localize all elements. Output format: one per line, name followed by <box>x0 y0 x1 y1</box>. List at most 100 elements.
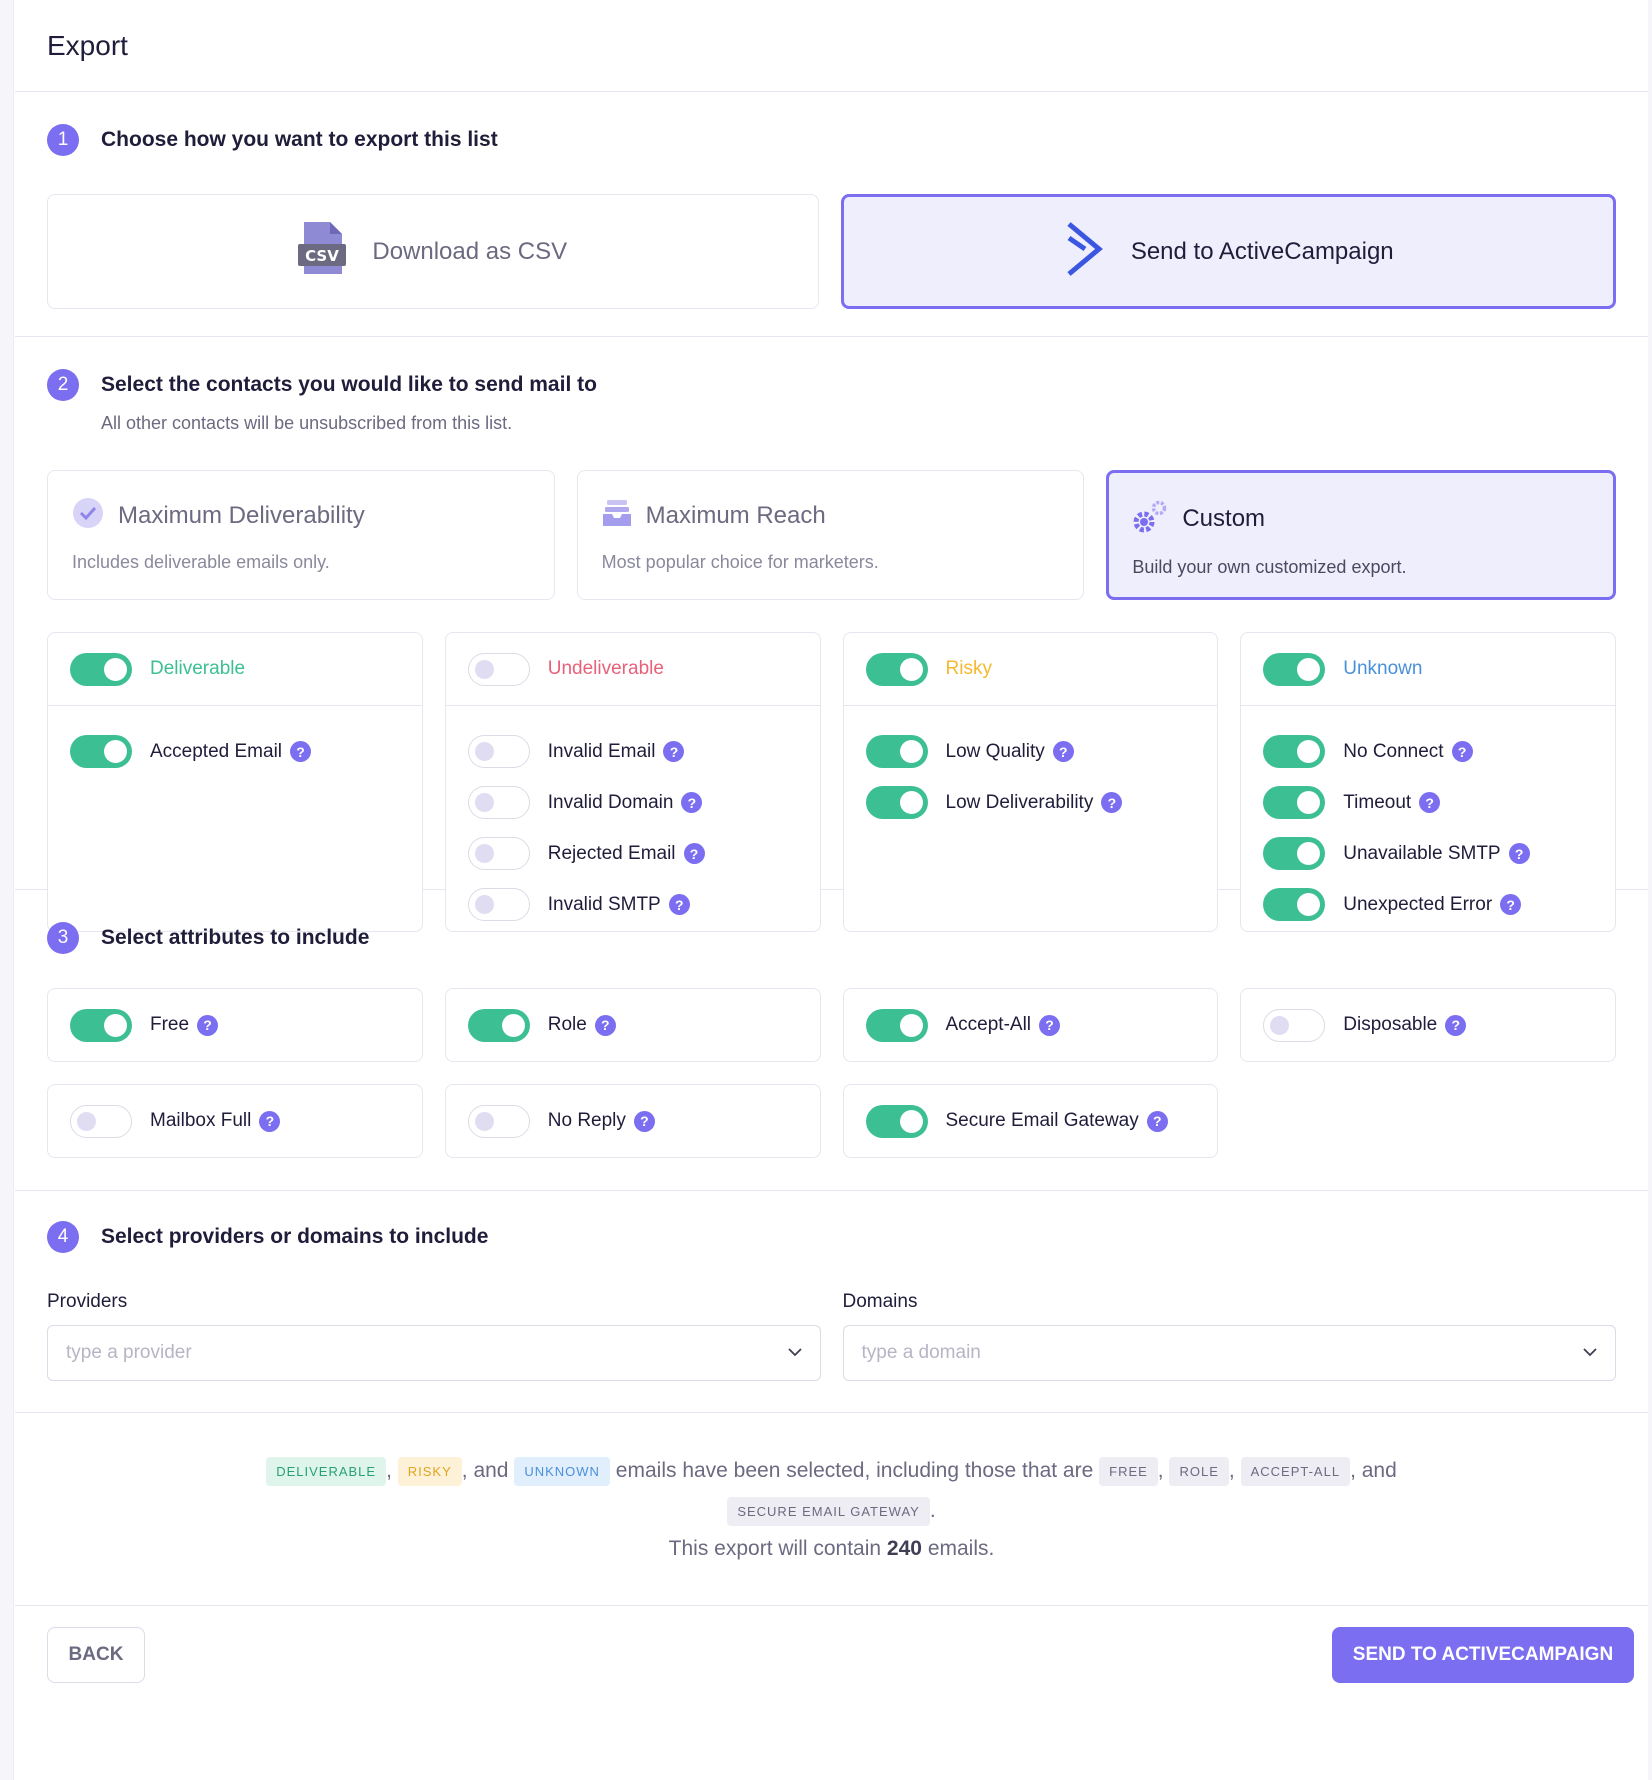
tag-accept-all: ACCEPT-ALL <box>1240 1456 1351 1486</box>
toggle-undeliverable[interactable] <box>467 652 530 686</box>
separator: , <box>1228 1459 1235 1482</box>
preset-title: Maximum Reach <box>645 501 826 529</box>
back-button[interactable]: BACK <box>47 1627 145 1683</box>
toggle-deliverable[interactable] <box>70 652 132 686</box>
list-item: Unavailable SMTP ? <box>1263 828 1615 879</box>
category-label: Risky <box>945 658 992 679</box>
attribute-label: Secure Email Gateway <box>945 1110 1139 1131</box>
help-icon[interactable]: ? <box>1419 792 1441 813</box>
help-icon[interactable]: ? <box>290 741 312 762</box>
step-number: 4 <box>47 1221 79 1253</box>
tag-free: FREE <box>1099 1456 1158 1486</box>
chevron-down-icon <box>1583 1344 1597 1362</box>
attribute-accept-all: Accept-All ? <box>842 988 1219 1062</box>
toggle-low-quality[interactable] <box>865 735 928 768</box>
footer-actions: BACK SEND TO ACTIVECAMPAIGN <box>15 1606 1648 1701</box>
preset-maximum-reach[interactable]: Maximum Reach Most popular choice for ma… <box>576 470 1085 600</box>
list-item: Invalid Email ? <box>467 726 820 777</box>
total-suffix: emails. <box>927 1537 995 1560</box>
preset-description: Build your own customized export. <box>1132 557 1407 577</box>
providers-placeholder: type a provider <box>66 1342 192 1363</box>
help-icon[interactable]: ? <box>197 1014 219 1036</box>
chevron-down-icon <box>787 1344 802 1362</box>
preset-title: Maximum Deliverability <box>118 501 365 529</box>
download-csv-label: Download as CSV <box>372 237 568 265</box>
toggle-unavailable-smtp[interactable] <box>1263 837 1326 870</box>
domains-select[interactable]: type a domain <box>842 1325 1616 1381</box>
help-icon[interactable]: ? <box>1445 1014 1467 1036</box>
preset-custom[interactable]: Custom Build your own customized export. <box>1106 470 1617 600</box>
export-summary: DELIVERABLE, RISKY, and UNKNOWN emails h… <box>15 1413 1648 1606</box>
activecampaign-logo-icon <box>1063 220 1105 283</box>
gears-icon <box>1132 498 1168 539</box>
toggle-no-reply[interactable] <box>467 1104 530 1138</box>
right-scroll-edge <box>1648 0 1652 1780</box>
toggle-role[interactable] <box>467 1008 530 1042</box>
preset-maximum-deliverability[interactable]: Maximum Deliverability Includes delivera… <box>47 470 555 600</box>
toggle-disposable[interactable] <box>1263 1008 1326 1042</box>
toggle-risky[interactable] <box>865 652 928 686</box>
toggle-unknown[interactable] <box>1263 652 1326 686</box>
item-label: Rejected Email <box>547 842 676 864</box>
help-icon[interactable]: ? <box>259 1110 281 1132</box>
tag-risky: RISKY <box>397 1456 462 1486</box>
category-deliverable: Deliverable Accepted Email ? <box>47 632 423 932</box>
help-icon[interactable]: ? <box>1451 741 1473 762</box>
svg-text:CSV: CSV <box>306 247 340 265</box>
category-undeliverable: Undeliverable Invalid Email ? Invalid Do… <box>444 632 821 932</box>
attribute-mailbox-full: Mailbox Full ? <box>47 1084 423 1158</box>
toggle-timeout[interactable] <box>1263 786 1326 819</box>
left-sidebar-edge <box>0 0 14 1780</box>
help-icon[interactable]: ? <box>594 1014 616 1036</box>
toggle-accepted-email[interactable] <box>70 735 132 768</box>
preset-description: Most popular choice for marketers. <box>601 552 879 572</box>
total-prefix: This export will contain <box>668 1537 882 1560</box>
help-icon[interactable]: ? <box>1508 843 1530 864</box>
toggle-invalid-email[interactable] <box>467 735 530 768</box>
tag-secure-email-gateway: SECURE EMAIL GATEWAY <box>727 1496 930 1526</box>
attribute-label: Accept-All <box>945 1014 1032 1035</box>
help-icon[interactable]: ? <box>683 843 705 864</box>
help-icon[interactable]: ? <box>633 1110 655 1132</box>
toggle-rejected-email[interactable] <box>467 837 530 870</box>
download-csv-option[interactable]: CSV Download as CSV <box>47 194 819 309</box>
send-to-activecampaign-button[interactable]: SEND TO ACTIVECAMPAIGN <box>1332 1627 1634 1683</box>
step-subtitle: All other contacts will be unsubscribed … <box>101 413 513 433</box>
attribute-secure-email-gateway: Secure Email Gateway ? <box>842 1084 1219 1158</box>
send-to-activecampaign-option[interactable]: Send to ActiveCampaign <box>840 194 1616 309</box>
toggle-secure-email-gateway[interactable] <box>865 1104 928 1138</box>
total-count: 240 <box>886 1537 922 1560</box>
help-icon[interactable]: ? <box>681 792 703 813</box>
toggle-free[interactable] <box>70 1008 132 1042</box>
tag-role: ROLE <box>1169 1456 1229 1486</box>
toggle-no-connect[interactable] <box>1263 735 1326 768</box>
help-icon[interactable]: ? <box>1146 1110 1168 1132</box>
help-icon[interactable]: ? <box>663 741 685 762</box>
item-label: No Connect <box>1343 740 1444 762</box>
step-number: 2 <box>47 369 79 401</box>
tag-unknown: UNKNOWN <box>514 1456 610 1486</box>
item-label: Invalid Domain <box>547 791 674 813</box>
item-label: Low Quality <box>945 740 1045 762</box>
providers-select[interactable]: type a provider <box>47 1325 821 1381</box>
tag-deliverable: DELIVERABLE <box>266 1456 387 1486</box>
step4-section: 4 Select providers or domains to include… <box>15 1191 1648 1413</box>
item-label: Low Deliverability <box>945 791 1094 813</box>
separator: . <box>929 1499 936 1522</box>
toggle-low-deliverability[interactable] <box>865 786 928 819</box>
help-icon[interactable]: ? <box>1052 741 1074 762</box>
item-label: Accepted Email <box>150 740 283 762</box>
attribute-label: Disposable <box>1343 1014 1438 1035</box>
toggle-invalid-domain[interactable] <box>467 786 530 819</box>
summary-line-1: DELIVERABLE, RISKY, and UNKNOWN emails h… <box>15 1451 1648 1491</box>
attribute-free: Free ? <box>47 988 423 1062</box>
toggle-mailbox-full[interactable] <box>70 1104 132 1138</box>
help-icon[interactable]: ? <box>1039 1014 1061 1036</box>
csv-file-icon: CSV <box>298 220 347 283</box>
toggle-accept-all[interactable] <box>865 1008 928 1042</box>
help-icon[interactable]: ? <box>1101 792 1123 813</box>
preset-title: Custom <box>1182 504 1266 532</box>
step-number: 3 <box>47 922 79 954</box>
preset-description: Includes deliverable emails only. <box>72 552 330 572</box>
category-label: Deliverable <box>150 658 246 679</box>
